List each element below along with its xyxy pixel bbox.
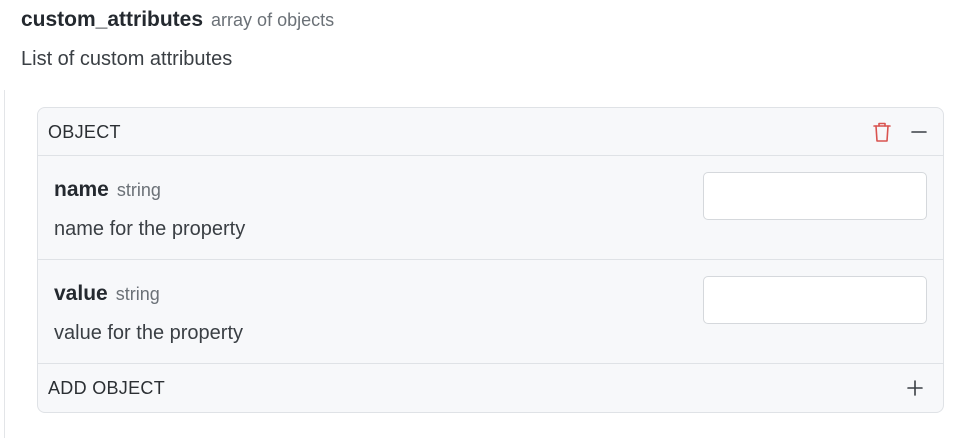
field-type: string: [115, 284, 160, 304]
field-description: name for the property: [54, 218, 246, 240]
field-title: name string: [54, 178, 161, 202]
name-input[interactable]: [703, 172, 927, 220]
param-description: List of custom attributes: [21, 48, 233, 70]
field-description: value for the property: [54, 322, 243, 344]
add-object-button[interactable]: ADD OBJECT: [38, 364, 943, 412]
add-object-label: ADD OBJECT: [48, 378, 166, 398]
param-name: custom_attributes: [21, 8, 204, 31]
field-name: value: [54, 282, 108, 305]
minus-icon[interactable]: [908, 121, 930, 143]
plus-icon[interactable]: [904, 377, 926, 399]
value-input[interactable]: [703, 276, 927, 324]
field-name: name: [54, 178, 109, 201]
nesting-rule: [4, 90, 5, 438]
field-row-value: value string value for the property: [38, 260, 943, 364]
field-row-name: name string name for the property: [38, 156, 943, 260]
param-type: array of objects: [211, 10, 335, 30]
field-type: string: [116, 180, 161, 200]
object-header-label: OBJECT: [48, 122, 121, 142]
object-card: OBJECT name string name for the property…: [37, 107, 944, 413]
field-title: value string: [54, 282, 160, 306]
trash-icon[interactable]: [871, 121, 893, 143]
object-card-header[interactable]: OBJECT: [38, 108, 943, 156]
param-header: custom_attributes array of objects: [21, 8, 334, 32]
